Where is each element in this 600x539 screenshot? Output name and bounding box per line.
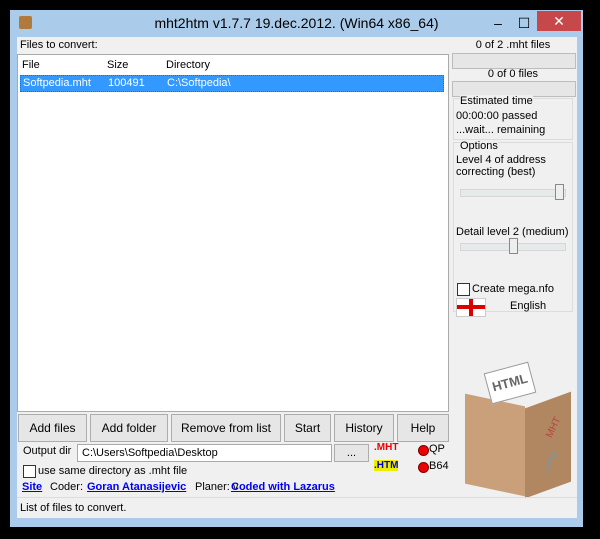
estimated-group: Estimated time 00:00:00 passed ...wait..… [453,95,573,140]
files-progress-label: 0 of 0 files [487,68,539,80]
options-title: Options [460,140,498,152]
same-dir-checkbox[interactable] [23,465,36,478]
mht-files-progress-bar [452,53,576,69]
mht-logo-text: .MHT [374,442,399,453]
output-dir-label: Output dir [23,445,72,457]
mega-nfo-checkbox[interactable] [457,283,470,296]
maximize-button[interactable]: ☐ [511,10,537,37]
file-list[interactable]: File Size Directory Softpedia.mht 100491… [17,54,449,412]
qp-label: QP [429,443,445,455]
box-html-label: HTML [483,361,537,405]
htm-logo-text: .HTM [374,460,399,471]
add-folder-button[interactable]: Add folder [90,414,168,442]
minimize-button[interactable]: – [485,10,511,37]
time-remaining: ...wait... remaining [456,124,546,136]
close-button[interactable]: ✕ [537,11,581,31]
history-button[interactable]: History [334,414,394,442]
language-label[interactable]: English [510,300,546,312]
address-level-label: Level 4 of address correcting (best) [456,154,546,178]
detail-level-label: Detail level 2 (medium) [456,226,569,238]
site-link[interactable]: Site [22,481,42,493]
mht-files-progress-label: 0 of 2 .mht files [475,39,551,51]
status-bar: List of files to convert. [17,497,577,519]
qp-indicator-icon [418,445,429,456]
detail-slider-thumb[interactable] [509,238,518,254]
coder-label: Coder: [50,481,84,493]
row-size: 100491 [108,77,145,89]
app-icon[interactable] [19,16,32,29]
col-directory[interactable]: Directory [166,59,210,71]
row-directory: C:\Softpedia\ [167,77,231,89]
row-file: Softpedia.mht [23,77,91,89]
address-slider-thumb[interactable] [555,184,564,200]
status-text: List of files to convert. [20,502,127,514]
app-window: mht2htm v1.7.7 19.dec.2012. (Win64 x86_6… [10,10,583,527]
help-button[interactable]: Help [397,414,449,442]
mega-nfo-label: Create mega.nfo [472,283,554,295]
output-dir-input[interactable]: C:\Users\Softpedia\Desktop [77,444,332,462]
mht-box-logo: HTML MHT HTM [457,361,575,502]
col-size[interactable]: Size [107,59,128,71]
table-row[interactable]: Softpedia.mht 100491 C:\Softpedia\ [20,75,444,92]
address-level-slider[interactable] [460,189,566,197]
add-files-button[interactable]: Add files [18,414,87,442]
lazarus-link[interactable]: Coded with Lazarus [231,481,335,493]
files-label: Files to convert: [20,39,98,51]
estimated-title: Estimated time [460,95,533,107]
col-file[interactable]: File [22,59,40,71]
start-button[interactable]: Start [284,414,331,442]
b64-indicator-icon [418,462,429,473]
browse-button[interactable]: ... [334,444,369,462]
same-dir-label: use same directory as .mht file [38,465,188,477]
title-bar: mht2htm v1.7.7 19.dec.2012. (Win64 x86_6… [10,10,583,37]
client-area: Files to convert: File Size Directory So… [17,37,577,518]
b64-label: B64 [429,460,449,472]
remove-from-list-button[interactable]: Remove from list [171,414,281,442]
coder-link[interactable]: Goran Atanasijevic [87,481,186,493]
options-group: Options Level 4 of address correcting (b… [453,140,573,317]
time-passed: 00:00:00 passed [456,110,538,122]
window-title: mht2htm v1.7.7 19.dec.2012. (Win64 x86_6… [154,15,439,31]
england-flag-icon[interactable] [456,298,486,317]
